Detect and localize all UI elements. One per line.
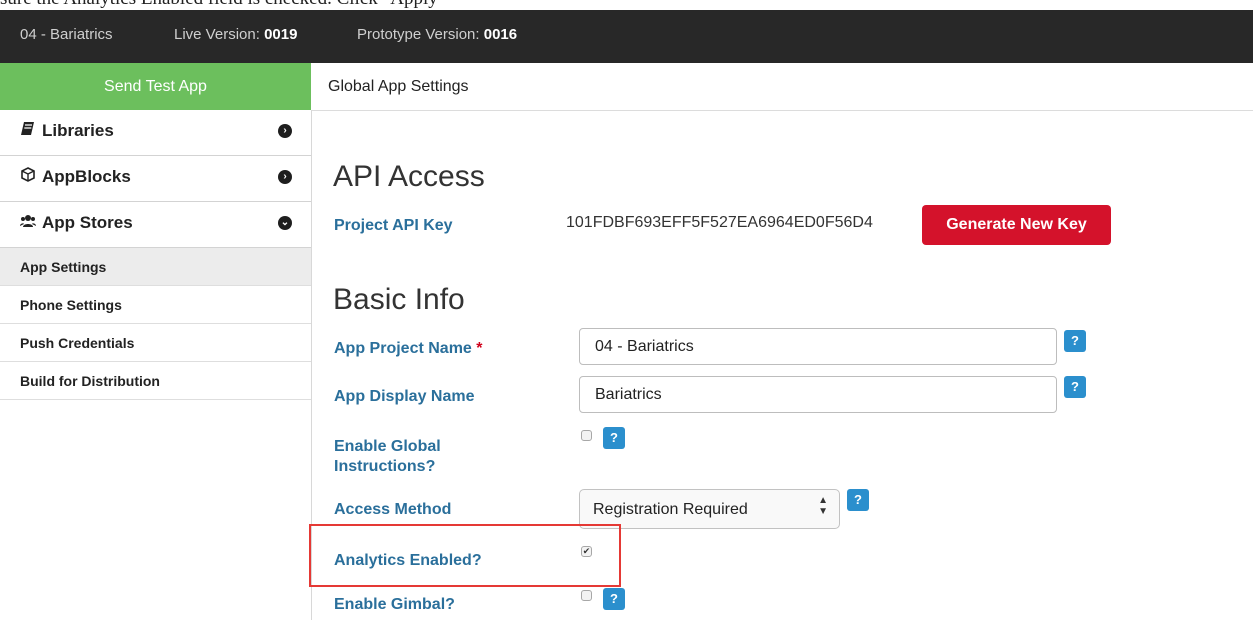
project-api-key-label: Project API Key [334,217,453,234]
basic-info-heading: Basic Info [333,283,465,316]
sidebar-item-push-credentials[interactable]: Push Credentials [0,324,311,362]
chevron-right-icon[interactable]: › [278,124,292,138]
sidebar-item-phone-settings[interactable]: Phone Settings [0,286,311,324]
select-arrows-icon: ▲ ▼ [818,495,828,517]
sidebar-item-app-settings[interactable]: App Settings [0,248,311,286]
api-access-heading: API Access [333,160,485,193]
enable-global-instructions-label: Enable Global Instructions? [334,438,441,475]
sidebar-section-appblocks[interactable]: AppBlocks › [0,156,311,202]
help-icon[interactable]: ? [847,489,869,511]
annotation-highlight-box [309,524,621,587]
project-api-key-value: 101FDBF693EFF5F527EA6964ED0F56D4 [566,214,873,231]
help-icon[interactable]: ? [1064,376,1086,398]
prototype-version-value: 0016 [483,26,518,43]
access-method-select[interactable]: Registration Required ▲ ▼ [579,489,840,529]
required-marker: * [476,340,483,357]
live-version: Live Version: 0019 [174,26,298,43]
book-icon [20,121,36,140]
app-display-name-input[interactable]: Bariatrics [579,376,1057,413]
sidebar-item-build-for-distribution[interactable]: Build for Distribution [0,362,311,400]
project-title: 04 - Bariatrics [20,26,113,43]
app-display-name-label: App Display Name [334,388,475,405]
sidebar: Libraries › AppBlocks › App Stores ⌄ App… [0,110,312,620]
chevron-down-icon[interactable]: ⌄ [278,216,292,230]
enable-global-instructions-checkbox[interactable] [581,430,592,441]
sidebar-section-app-stores[interactable]: App Stores ⌄ [0,202,311,248]
chevron-right-icon[interactable]: › [278,170,292,184]
enable-gimbal-checkbox[interactable] [581,590,592,601]
prototype-version: Prototype Version: 0016 [357,26,518,43]
send-test-app-button[interactable]: Send Test App [0,63,311,110]
enable-gimbal-label: Enable Gimbal? [334,596,455,613]
cube-icon [20,167,36,186]
help-icon[interactable]: ? [603,427,625,449]
top-bar: 04 - Bariatrics Live Version: 0019 Proto… [0,10,1253,63]
page-header: Global App Settings [312,63,1253,111]
users-icon [20,213,36,232]
app-project-name-input[interactable]: 04 - Bariatrics [579,328,1057,365]
instruction-caption: sure the Analytics Enabled field is chec… [0,0,446,10]
app-project-name-label: App Project Name * [334,340,483,357]
generate-new-key-button[interactable]: Generate New Key [922,205,1111,245]
help-icon[interactable]: ? [603,588,625,610]
live-version-value: 0019 [264,26,298,43]
page-title: Global App Settings [328,78,469,95]
sidebar-section-libraries[interactable]: Libraries › [0,110,311,156]
help-icon[interactable]: ? [1064,330,1086,352]
access-method-label: Access Method [334,501,452,518]
